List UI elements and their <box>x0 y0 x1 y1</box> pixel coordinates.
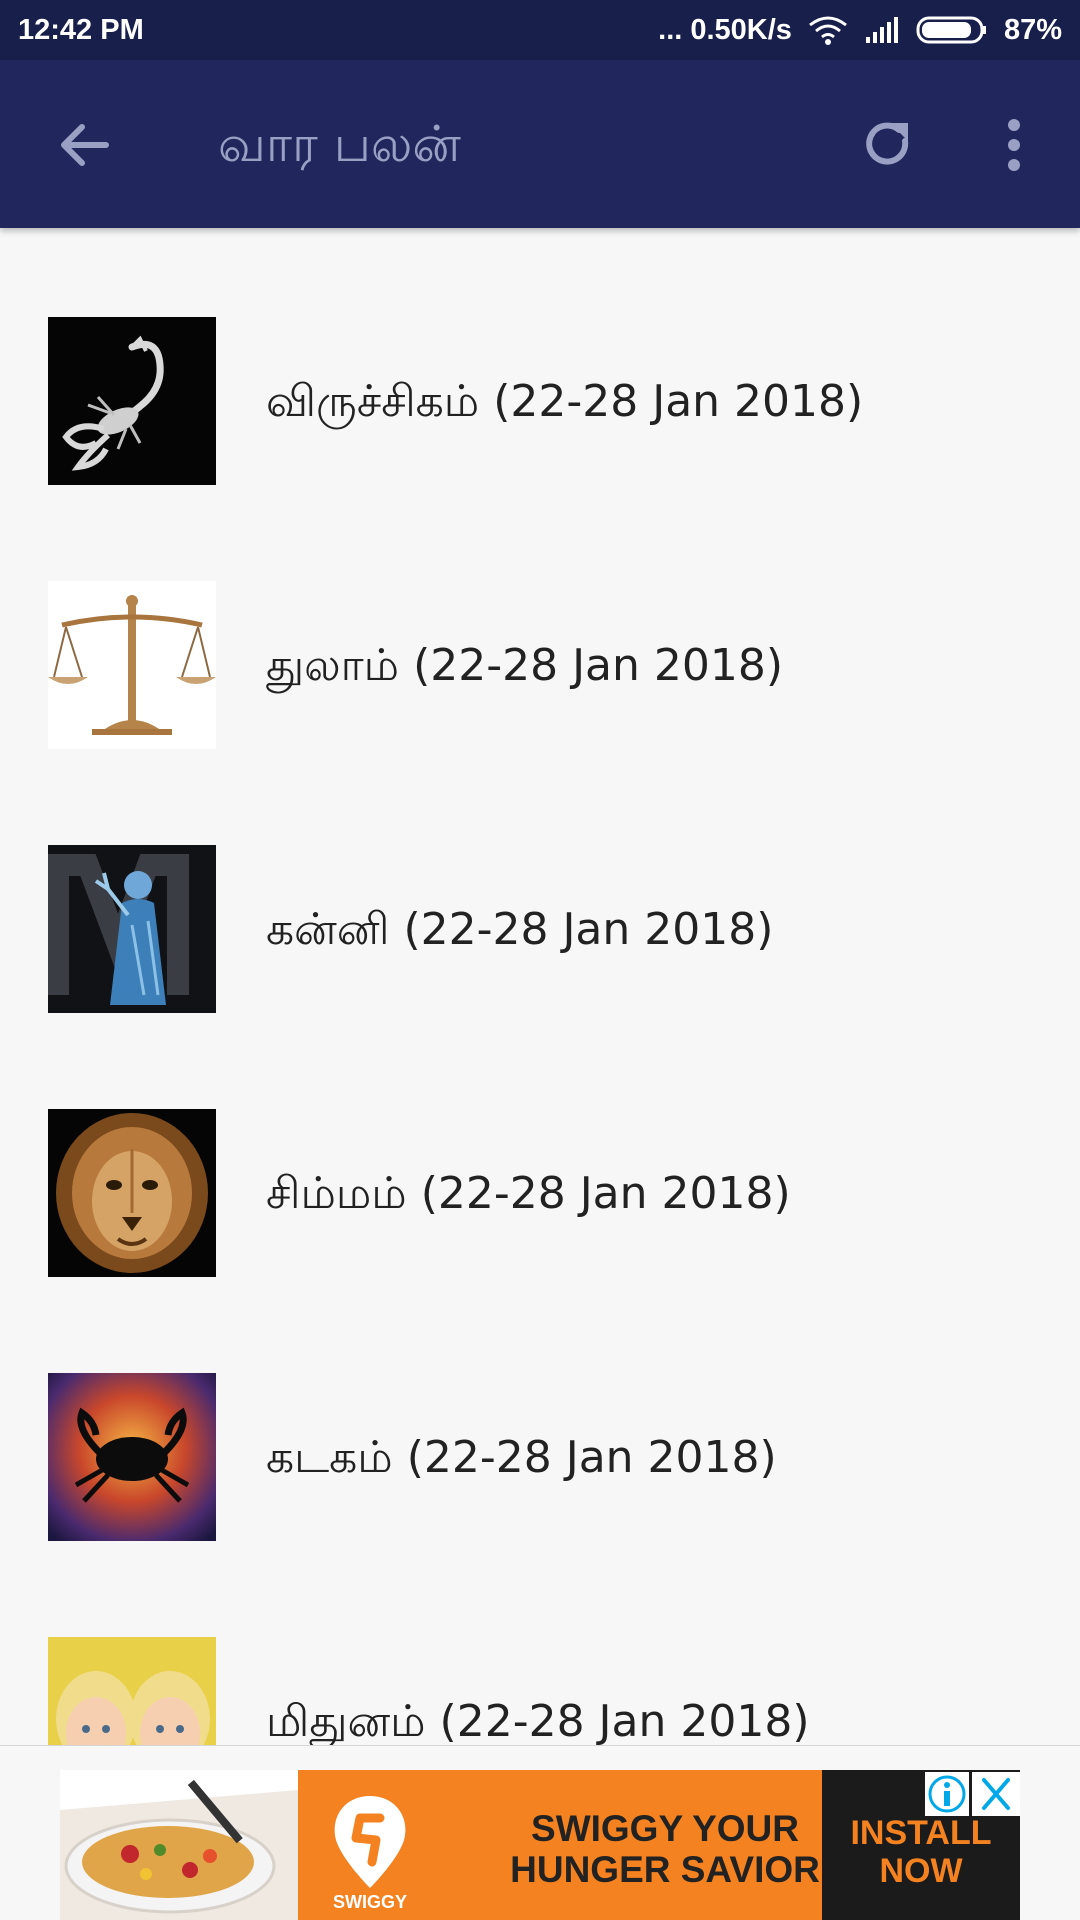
sign-name: மிதுனம் <box>266 1696 426 1747</box>
food-image <box>60 1770 298 1920</box>
list-item-leo[interactable]: சிம்மம் (22-28 Jan 2018) <box>0 1109 1080 1373</box>
list-item-label: மிதுனம் (22-28 Jan 2018) <box>266 1696 810 1747</box>
ad-brand: SWIGGY <box>333 1892 407 1912</box>
horoscope-list: விருச்சிகம் (22-28 Jan 2018) துலாம் (22-… <box>0 228 1080 1746</box>
page-title: வார பலன் <box>218 115 461 173</box>
sign-name: கன்னி <box>266 904 390 955</box>
list-item-libra[interactable]: துலாம் (22-28 Jan 2018) <box>0 581 1080 845</box>
cancer-crab-image <box>48 1373 216 1541</box>
scorpio-scorpion-image <box>48 317 216 485</box>
date-range: (22-28 Jan 2018) <box>406 1432 777 1483</box>
list-item-label: சிம்மம் (22-28 Jan 2018) <box>266 1169 791 1219</box>
date-range: (22-28 Jan 2018) <box>439 1696 810 1747</box>
battery-icon <box>916 16 986 44</box>
app-bar: வார பலன் <box>0 60 1080 228</box>
wifi-icon <box>809 16 847 45</box>
list-item-label: துலாம் (22-28 Jan 2018) <box>266 641 783 691</box>
leo-lion-image <box>48 1109 216 1277</box>
ad-info-button[interactable] <box>925 1772 969 1816</box>
date-range: (22-28 Jan 2018) <box>493 376 864 427</box>
sign-name: கடகம் <box>266 1432 393 1483</box>
list-item-cancer[interactable]: கடகம் (22-28 Jan 2018) <box>0 1373 1080 1637</box>
sign-name: துலாம் <box>266 640 400 691</box>
gemini-twins-image <box>48 1637 216 1746</box>
ad-banner[interactable]: SWIGGY SWIGGY YOUR HUNGER SAVIOR INSTALL… <box>60 1770 1020 1920</box>
more-options-button[interactable] <box>992 115 1036 175</box>
list-item-scorpio[interactable]: விருச்சிகம் (22-28 Jan 2018) <box>0 317 1080 581</box>
close-icon <box>982 1778 1010 1810</box>
refresh-icon <box>866 122 909 165</box>
list-item-gemini[interactable]: மிதுனம் (22-28 Jan 2018) <box>0 1637 1080 1746</box>
sign-name: சிம்மம் <box>266 1168 407 1219</box>
status-bar: 12:42 PM ... 0.50K/s 87% <box>0 0 1080 60</box>
virgo-maiden-image <box>48 845 216 1013</box>
list-item-virgo[interactable]: கன்னி (22-28 Jan 2018) <box>0 845 1080 1109</box>
sign-name: விருச்சிகம் <box>266 376 480 427</box>
info-icon <box>928 1775 966 1813</box>
ad-divider <box>0 1745 1080 1746</box>
status-icons: ... 0.50K/s 87% <box>658 14 1062 47</box>
more-vert-icon <box>1008 119 1020 171</box>
date-range: (22-28 Jan 2018) <box>413 640 784 691</box>
network-speed: ... 0.50K/s <box>658 13 792 46</box>
list-item-label: கடகம் (22-28 Jan 2018) <box>266 1433 777 1483</box>
ad-close-button[interactable] <box>972 1772 1020 1816</box>
date-range: (22-28 Jan 2018) <box>420 1168 791 1219</box>
ad-headline: SWIGGY YOUR HUNGER SAVIOR <box>510 1808 820 1890</box>
back-button[interactable] <box>54 115 114 175</box>
status-time: 12:42 PM <box>18 13 144 46</box>
swiggy-logo-icon: SWIGGY <box>333 1796 407 1912</box>
refresh-button[interactable] <box>858 115 918 175</box>
signal-icon <box>865 17 898 43</box>
libra-scales-image <box>48 581 216 749</box>
list-item-label: கன்னி (22-28 Jan 2018) <box>266 905 773 955</box>
battery-percent: 87% <box>1003 13 1062 46</box>
arrow-back-icon <box>61 124 109 166</box>
list-item-label: விருச்சிகம் (22-28 Jan 2018) <box>266 377 863 427</box>
date-range: (22-28 Jan 2018) <box>403 904 774 955</box>
